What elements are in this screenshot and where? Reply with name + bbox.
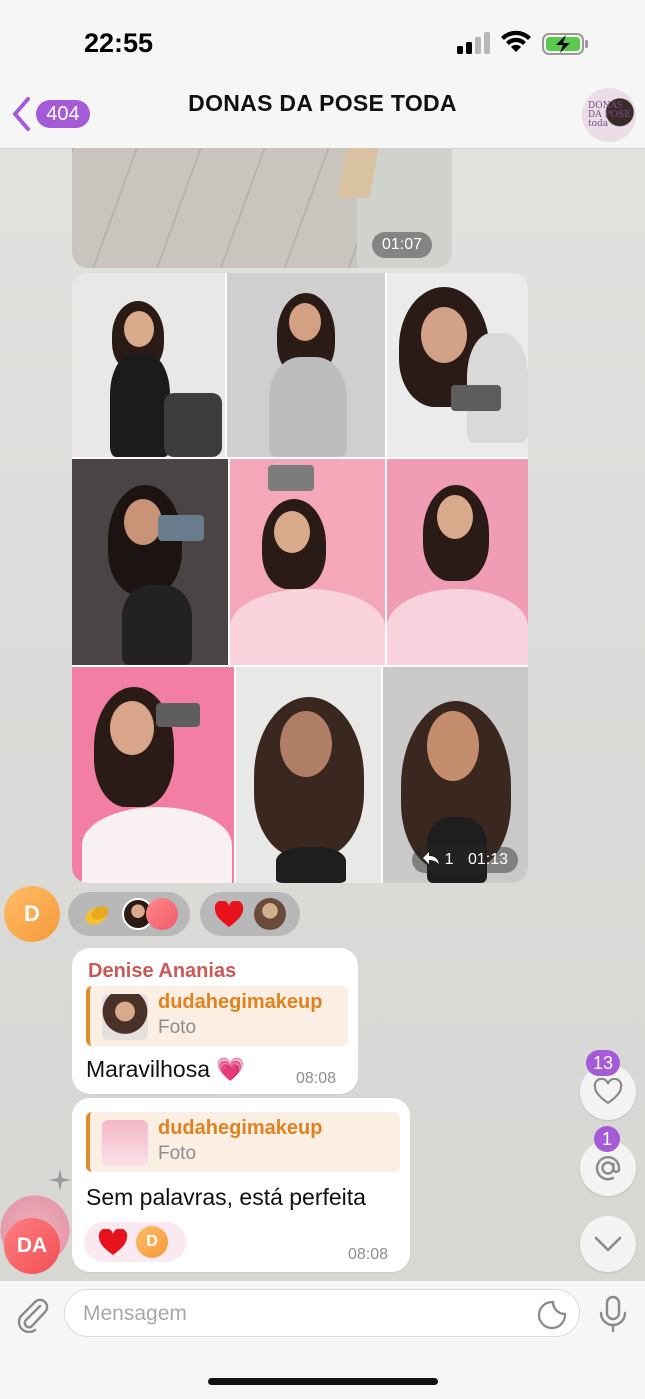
chevron-down-icon [594,1236,622,1252]
reply-type: Foto [158,1143,197,1164]
video-duration: 01:07 [372,232,433,258]
sticker-icon[interactable] [537,1300,567,1330]
reactor-avatar: D [136,1226,168,1258]
album-photo[interactable] [230,459,385,665]
message-input-placeholder: Mensagem [83,1302,187,1325]
message-bubble[interactable]: dudahegimakeup Foto Sem palavras, está p… [72,1098,410,1272]
album-photo[interactable] [387,273,528,457]
home-indicator [208,1378,438,1385]
message-time: 08:08 [348,1246,389,1263]
reply-quote[interactable]: dudahegimakeup Foto [86,986,348,1046]
reactor-avatar [146,898,178,930]
reaction-clap[interactable] [68,892,190,936]
album-photo[interactable] [72,667,234,883]
heart-emoji-icon [214,901,244,927]
reply-thumbnail [102,1120,148,1166]
photo-album[interactable]: 1 01:13 [72,273,528,883]
message-bubble[interactable]: Denise Ananias dudahegimakeup Foto Marav… [72,948,358,1094]
reply-quote[interactable]: dudahegimakeup Foto [86,1112,400,1172]
group-avatar[interactable]: DONAS DA POSE toda [582,88,636,142]
forward-count: 1 [444,851,454,868]
message-reaction[interactable]: D [84,1222,186,1262]
reactions-count-badge: 13 [586,1050,621,1076]
reply-author: dudahegimakeup [158,991,323,1013]
heart-emoji-icon [98,1229,128,1255]
reply-type: Foto [158,1017,197,1038]
message-text: Maravilhosa 💗 [86,1056,246,1082]
album-photo[interactable] [227,273,385,457]
message-text: Sem palavras, está perfeita [86,1184,366,1210]
mentions-count-badge: 1 [594,1126,620,1152]
album-forward-time: 1 01:13 [412,847,518,873]
album-time: 01:13 [467,851,508,868]
at-sign-icon [595,1156,621,1181]
reply-thumbnail [102,994,148,1040]
video-message[interactable]: 01:07 [72,148,452,268]
chat-title[interactable]: DONAS DA POSE TODA [0,90,645,117]
scroll-down-button[interactable] [580,1216,636,1272]
group-avatar-text: DONAS DA POSE toda [588,101,631,129]
reactor-avatar [254,898,286,930]
message-input[interactable]: Mensagem [64,1289,580,1337]
reaction-heart[interactable] [200,892,300,936]
album-photo[interactable] [72,459,228,665]
heart-outline-icon [593,1078,623,1105]
sender-avatar[interactable]: D [4,886,60,942]
attach-icon[interactable] [14,1295,50,1333]
status-bar: 22:55 [0,0,645,80]
battery-charging-icon [542,33,588,55]
forward-icon [423,852,440,864]
clap-emoji-icon [85,906,109,925]
wifi-icon [501,30,531,52]
album-photo[interactable] [236,667,381,883]
star-decoration-icon [49,1169,71,1191]
chat-header: 404 DONAS DA POSE TODA DONAS DA POSE tod… [0,80,645,149]
microphone-icon[interactable] [598,1295,628,1333]
album-photo[interactable] [72,273,225,457]
status-time: 22:55 [84,28,154,58]
sender-avatar[interactable]: DA [4,1218,60,1274]
reply-author: dudahegimakeup [158,1117,323,1139]
album-photo[interactable] [387,459,528,665]
signal-icon [457,32,490,54]
message-time: 08:08 [296,1070,337,1087]
sender-name[interactable]: Denise Ananias [88,960,236,983]
